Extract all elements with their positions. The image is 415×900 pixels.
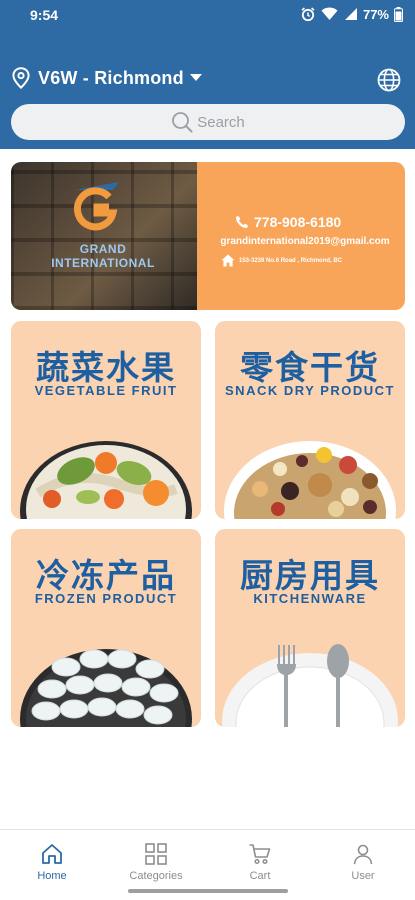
location-selector[interactable]: V6W - Richmond — [12, 64, 202, 92]
search-bar[interactable]: Search — [11, 104, 405, 140]
grid-icon — [145, 843, 167, 865]
category-card-frozen-product[interactable]: 冷冻产品 FROZEN PRODUCT — [11, 529, 201, 727]
search-icon — [172, 112, 193, 133]
store-address: 153-3239 No.6 Road , Richmond, BC — [239, 257, 343, 264]
logo-name: GRAND INTERNATIONAL — [51, 242, 155, 270]
category-title-en: SNACK DRY PRODUCT — [225, 383, 395, 398]
category-card-kitchenware[interactable]: 厨房用具 KITCHENWARE — [215, 529, 405, 727]
location-pin-icon — [12, 67, 30, 89]
category-title-zh: 蔬菜水果 — [36, 348, 176, 387]
category-title-en: KITCHENWARE — [253, 591, 367, 606]
category-title-en: VEGETABLE FRUIT — [34, 383, 178, 398]
nav-categories[interactable]: Categories — [116, 842, 196, 882]
vegetable-fruit-plate-image — [20, 441, 192, 519]
home-address-icon — [221, 254, 235, 267]
location-label: V6W - Richmond — [38, 67, 184, 88]
contact-panel: 778-908-6180 grandinternational2019@gmai… — [197, 162, 405, 310]
status-time: 9:54 — [30, 7, 59, 23]
phone-icon — [235, 215, 249, 229]
status-bar: 9:54 77% — [0, 0, 415, 32]
status-icons: 77% — [300, 6, 403, 22]
email-address: grandinternational2019@gmail.com — [220, 236, 390, 247]
app-header: 9:54 77% V6W - Richmond Search — [0, 0, 415, 149]
wifi-icon — [321, 7, 338, 20]
search-placeholder: Search — [197, 113, 245, 131]
category-card-snack-dry-product[interactable]: 零食干货 SNACK DRY PRODUCT — [215, 321, 405, 519]
store-banner[interactable]: GRAND INTERNATIONAL 778-908-6180 grandin… — [11, 162, 405, 310]
battery-icon — [394, 6, 403, 22]
fork-spoon-plate-image — [222, 644, 398, 727]
mixed-nuts-plate-image — [224, 441, 396, 519]
nav-label: Home — [37, 870, 67, 882]
nav-home[interactable]: Home — [12, 842, 92, 882]
grand-logo-icon — [74, 182, 119, 231]
battery-percent: 77% — [362, 6, 389, 22]
phone-number: 778-908-6180 — [254, 214, 342, 230]
category-title-zh: 零食干货 — [240, 348, 380, 387]
warehouse-photo: GRAND INTERNATIONAL — [11, 162, 197, 310]
chevron-down-icon — [189, 74, 202, 81]
nav-user[interactable]: User — [323, 842, 403, 882]
address-row: 153-3239 No.6 Road , Richmond, BC — [221, 254, 342, 267]
user-icon — [353, 844, 373, 865]
nav-label: Categories — [129, 870, 183, 882]
nav-label: Cart — [249, 870, 271, 882]
shrimp-plate-image — [20, 649, 192, 727]
signal-icon — [344, 8, 357, 20]
category-title-en: FROZEN PRODUCT — [34, 591, 178, 606]
category-card-vegetable-fruit[interactable]: 蔬菜水果 VEGETABLE FRUIT — [11, 321, 201, 519]
category-title-zh: 厨房用具 — [240, 556, 380, 595]
nav-cart[interactable]: Cart — [220, 842, 300, 882]
globe-icon[interactable] — [377, 68, 401, 92]
cart-icon — [249, 844, 271, 865]
home-gesture-bar[interactable] — [128, 889, 288, 893]
home-icon — [42, 844, 62, 864]
alarm-icon — [301, 7, 315, 22]
phone-row: 778-908-6180 — [235, 214, 341, 230]
nav-label: User — [351, 870, 375, 882]
category-title-zh: 冷冻产品 — [36, 556, 176, 595]
